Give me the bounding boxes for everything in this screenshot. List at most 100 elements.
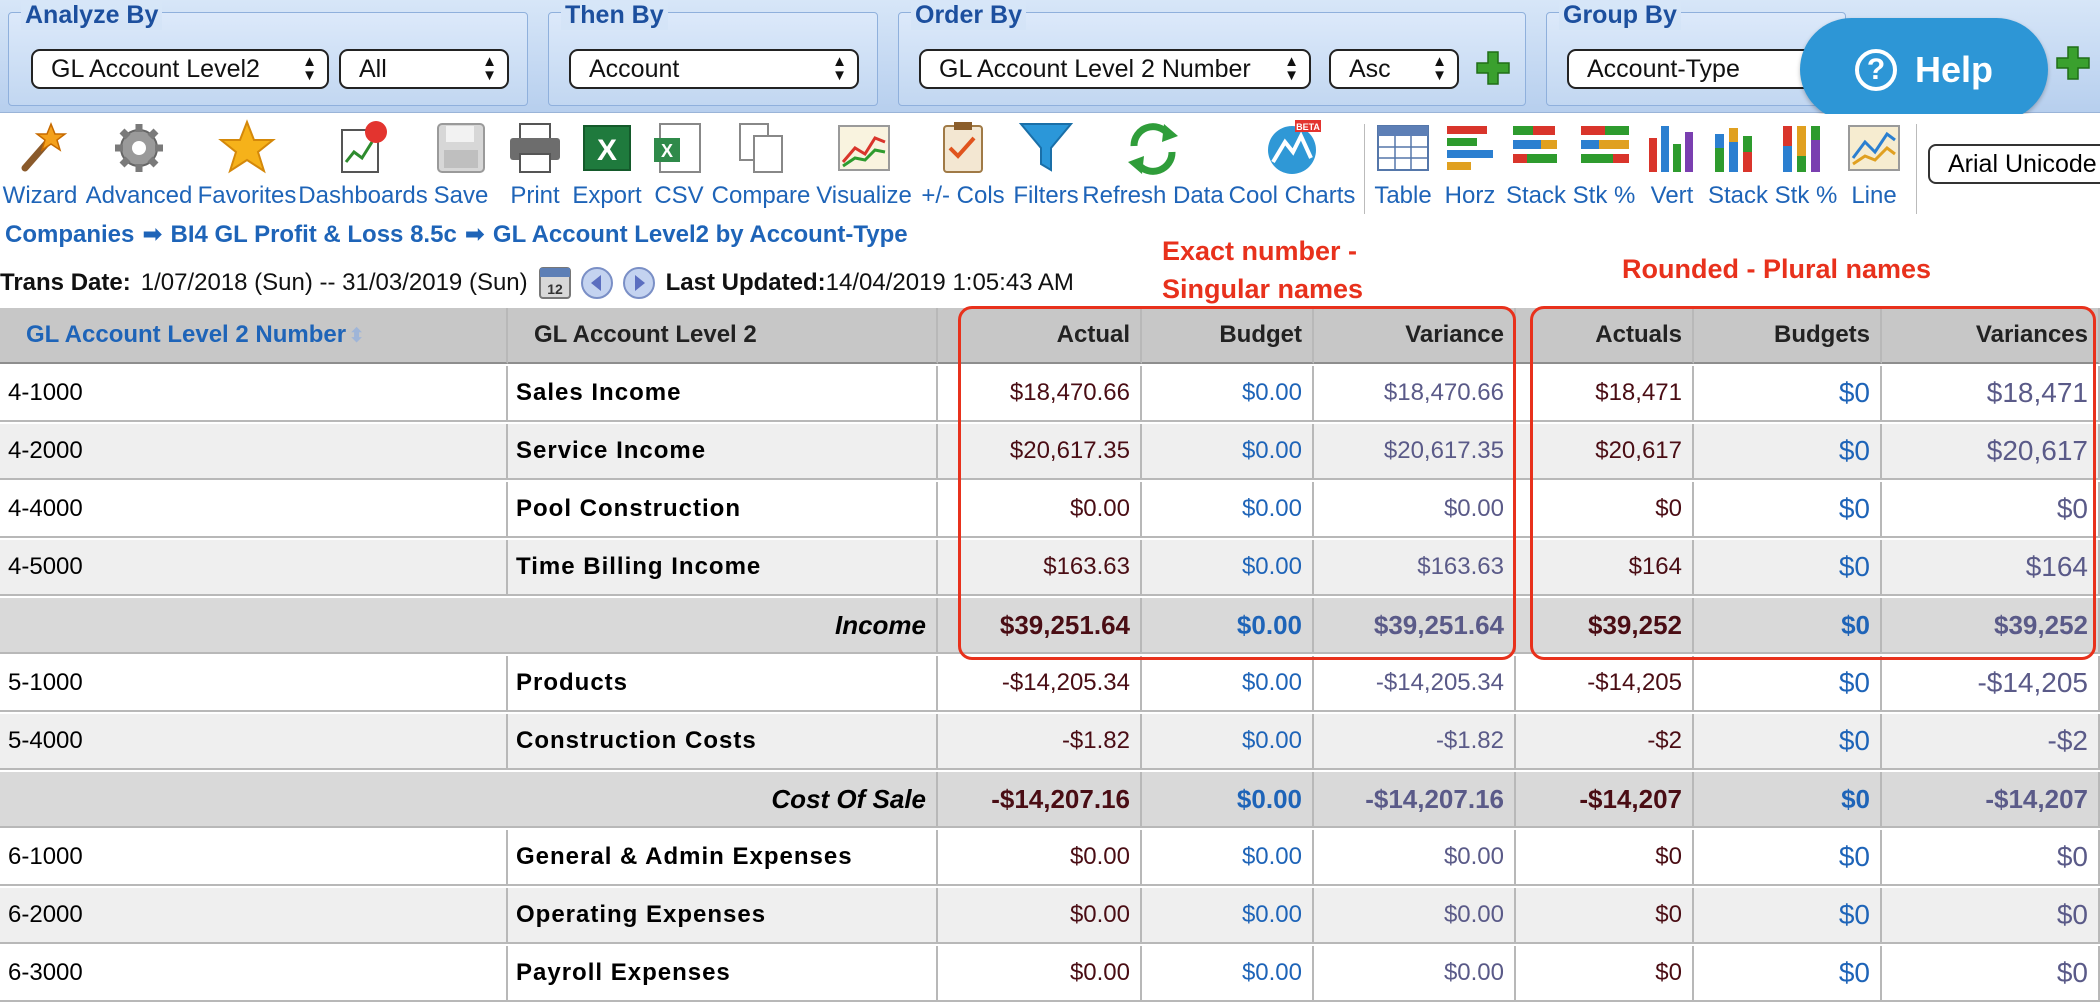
line-chart-button[interactable]: Line [1842,114,1906,214]
column-header-5[interactable]: Actuals [1516,308,1694,364]
dashboard-icon [341,121,387,173]
filter-bar: Analyze By GL Account Level2 ▲ ▼ All ▲ ▼ T… [0,0,2100,113]
variance-cell: $18,470.66 [1314,366,1516,422]
actuals-cell: -$2 [1516,714,1694,770]
vertical-bar-button[interactable]: Vert [1640,114,1704,214]
advanced-button[interactable]: Advanced [84,114,194,214]
budgets-cell: $0 [1694,482,1882,538]
variances-cell: $18,471 [1882,366,2100,422]
account-name-cell: General & Admin Expenses [508,830,938,886]
actuals-cell: -$14,205 [1516,656,1694,712]
select-arrows-icon: ▲ ▼ [482,53,497,84]
horizontal-bar-icon [1447,126,1493,170]
analyze-by-select[interactable]: GL Account Level2 ▲ ▼ [31,49,329,89]
actuals-cell: $164 [1516,540,1694,596]
cols-button[interactable]: +/- Cols [918,114,1008,214]
question-circle-icon: ? [1854,48,1897,91]
table-icon [1377,125,1429,171]
actuals-cell: $0 [1516,482,1694,538]
stacked-percent-vertical-button[interactable]: Stk % [1772,114,1840,214]
budget-cell: $0.00 [1142,540,1314,596]
budgets-cell: $0 [1694,366,1882,422]
toolbar: Wizard Advanced Favorites Dashboards Sav… [0,114,2100,214]
budget-cell: $0.00 [1142,656,1314,712]
account-number-cell: 5-1000 [0,656,508,712]
line-chart-icon [1848,125,1900,171]
stacked-percent-horizontal-button[interactable]: Stk % [1570,114,1638,214]
table-row: 5-4000 Construction Costs -$1.82 $0.00 -$1.8… [0,714,2100,772]
csv-icon: X [654,123,701,173]
horizontal-bar-button[interactable]: Horz [1438,114,1502,214]
budget-cell: $0.00 [1142,366,1314,422]
arrow-right-icon: ➡ [464,221,485,248]
add-group-plus-icon[interactable] [2054,44,2092,82]
print-button[interactable]: Print [504,114,566,214]
magic-wand-icon [21,121,68,172]
variances-cell: $20,617 [1882,424,2100,480]
breadcrumb-current[interactable]: GL Account Level2 by Account-Type [493,221,908,248]
stacked-vertical-button[interactable]: Stack [1706,114,1770,214]
refresh-data-button[interactable]: Refresh Data [1082,114,1224,214]
select-arrows-icon: ▲ ▼ [832,53,847,84]
column-header-3[interactable]: Budget [1142,308,1314,364]
next-period-icon[interactable] [622,266,656,300]
help-button[interactable]: ? Help [1800,18,2048,121]
actual-cell: $163.63 [938,540,1142,596]
then-by-select[interactable]: Account ▲ ▼ [569,49,859,89]
breadcrumb-companies-link[interactable]: Companies [5,221,134,248]
compare-button[interactable]: Compare [712,114,810,214]
actuals-cell: $0 [1516,830,1694,886]
order-direction-select[interactable]: Asc ▲ ▼ [1329,49,1459,89]
add-order-plus-icon[interactable] [1474,49,1512,87]
stacked-percent-horizontal-icon [1581,126,1629,163]
analyze-by-label: Analyze By [21,1,163,30]
account-name-cell: Operating Expenses [508,888,938,944]
variance-cell: $0.00 [1314,888,1516,944]
dashboards-button[interactable]: Dashboards [298,114,428,214]
filters-button[interactable]: Filters [1012,114,1080,214]
column-header-0[interactable]: GL Account Level 2 Number ⬍ [0,308,508,364]
visualize-button[interactable]: Visualize [812,114,916,214]
wizard-button[interactable]: Wizard [3,114,77,214]
variance-cell: -$1.82 [1314,714,1516,770]
column-header-1[interactable]: GL Account Level 2 [508,308,938,364]
select-arrows-icon: ▲ ▼ [302,53,317,84]
font-select[interactable]: Arial Unicode [1928,144,2100,184]
sort-icon[interactable]: ⬍ [348,323,365,348]
column-header-2[interactable]: Actual [938,308,1142,364]
account-name-cell: Products [508,656,938,712]
account-number-cell: 4-5000 [0,540,508,596]
csv-button[interactable]: X CSV [648,114,710,214]
subtotal-label: Income [0,598,938,654]
export-button[interactable]: X Export [570,114,644,214]
cool-charts-button[interactable]: BETA Cool Charts [1226,114,1358,214]
group-by-select[interactable]: Account-Type [1567,49,1837,89]
annotation-rounded: Rounded - Plural names [1622,254,1932,284]
svg-text:12: 12 [547,281,563,297]
budgets-cell: $0 [1694,656,1882,712]
budget-cell: $0.00 [1142,598,1314,654]
variances-cell: $0 [1882,830,2100,886]
order-by-select[interactable]: GL Account Level 2 Number ▲ ▼ [919,49,1311,89]
table-row: 4-1000 Sales Income $18,470.66 $0.00 $18,470… [0,366,2100,424]
table-view-button[interactable]: Table [1370,114,1436,214]
variance-cell: $0.00 [1314,830,1516,886]
column-header-6[interactable]: Budgets [1694,308,1882,364]
analyze-by-filter-select[interactable]: All ▲ ▼ [339,49,509,89]
previous-period-icon[interactable] [580,266,614,300]
vertical-bar-icon [1649,126,1693,172]
column-header-4[interactable]: Variance [1314,308,1516,364]
budgets-cell: $0 [1694,714,1882,770]
variances-cell: $0 [1882,888,2100,944]
table-row: 4-5000 Time Billing Income $163.63 $0.00 $16… [0,540,2100,598]
account-name-cell: Sales Income [508,366,938,422]
stacked-horizontal-button[interactable]: Stack [1504,114,1568,214]
favorites-button[interactable]: Favorites [196,114,298,214]
breadcrumb-report-link[interactable]: BI4 GL Profit & Loss 8.5c [170,221,456,248]
budget-cell: $0.00 [1142,482,1314,538]
trans-date-label: Trans Date: [0,269,131,296]
budget-cell: $0.00 [1142,830,1314,886]
calendar-icon[interactable]: 12 [538,266,572,300]
column-header-7[interactable]: Variances [1882,308,2100,364]
save-button[interactable]: Save [428,114,494,214]
